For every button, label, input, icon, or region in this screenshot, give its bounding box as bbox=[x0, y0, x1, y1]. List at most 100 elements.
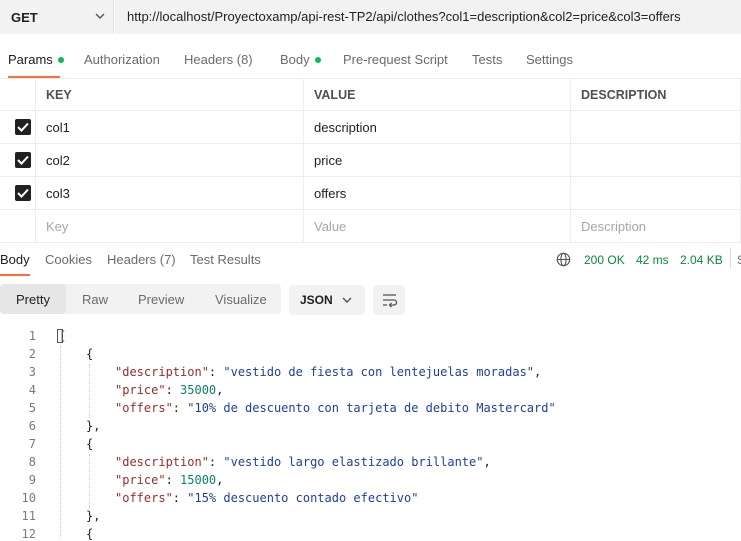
json-comma: , bbox=[216, 473, 224, 487]
tab-headers[interactable]: Headers (8) bbox=[184, 52, 253, 67]
param-key-cell[interactable]: col1 bbox=[36, 111, 304, 144]
param-key-cell[interactable]: col2 bbox=[36, 144, 304, 177]
json-string-value: "15% descuento contado efectivo" bbox=[187, 491, 419, 505]
checkmark-icon bbox=[17, 155, 29, 165]
json-comma: , bbox=[483, 455, 491, 469]
indent-guide bbox=[60, 346, 61, 538]
wrap-lines-icon bbox=[383, 294, 398, 308]
view-visualize-button[interactable]: Visualize bbox=[215, 292, 267, 307]
json-colon: : bbox=[172, 401, 188, 415]
code-line: "price": 15000, bbox=[115, 473, 223, 487]
line-number: 6 bbox=[28, 419, 36, 433]
status-code[interactable]: 200 OK bbox=[584, 253, 625, 267]
code-line: "description": "vestido de fiesta con le… bbox=[115, 365, 541, 379]
json-number-value: 35000 bbox=[180, 383, 217, 397]
json-key: "offers" bbox=[115, 491, 173, 505]
view-pretty-label[interactable]: Pretty bbox=[16, 292, 50, 307]
param-checkbox[interactable] bbox=[15, 152, 31, 168]
code-line: "price": 35000, bbox=[115, 383, 223, 397]
response-tab-headers[interactable]: Headers (7) bbox=[107, 252, 176, 267]
checkbox-column-header bbox=[0, 78, 36, 111]
code-line: { bbox=[86, 527, 94, 541]
line-number: 10 bbox=[21, 491, 36, 505]
column-header-key: KEY bbox=[36, 78, 304, 111]
param-key-cell[interactable]: col3 bbox=[36, 177, 304, 210]
view-raw-button[interactable]: Raw bbox=[82, 292, 108, 307]
tab-headers-label: Headers (8) bbox=[184, 52, 253, 67]
tab-tests[interactable]: Tests bbox=[472, 52, 502, 67]
new-description-input[interactable]: Description bbox=[571, 210, 741, 243]
line-number: 9 bbox=[28, 473, 36, 487]
json-colon: : bbox=[208, 365, 224, 379]
chevron-down-icon bbox=[342, 297, 352, 303]
new-key-input[interactable]: Key bbox=[36, 210, 304, 243]
globe-icon[interactable] bbox=[556, 252, 571, 267]
bracket-match-highlight bbox=[57, 329, 63, 343]
json-key: "description" bbox=[115, 455, 209, 469]
code-line: }, bbox=[86, 419, 101, 433]
status-divider bbox=[730, 248, 731, 268]
response-tab-body[interactable]: Body bbox=[0, 252, 30, 267]
param-checkbox[interactable] bbox=[15, 119, 31, 135]
line-number: 3 bbox=[28, 365, 36, 379]
table-row-checkbox-cell bbox=[0, 177, 36, 210]
param-description-cell[interactable] bbox=[571, 177, 741, 210]
param-value-cell[interactable]: price bbox=[304, 144, 571, 177]
json-string-value: "vestido largo elastizado brillante" bbox=[223, 455, 484, 469]
indent-guide bbox=[89, 364, 90, 418]
param-description-cell[interactable] bbox=[571, 111, 741, 144]
line-number: 7 bbox=[28, 437, 36, 451]
body-indicator-dot bbox=[314, 56, 321, 63]
format-label: JSON bbox=[300, 293, 333, 307]
response-tab-test-results[interactable]: Test Results bbox=[190, 252, 261, 267]
line-number: 11 bbox=[21, 509, 36, 523]
param-description-cell[interactable] bbox=[571, 144, 741, 177]
response-tab-cookies[interactable]: Cookies bbox=[45, 252, 92, 267]
json-colon: : bbox=[165, 473, 181, 487]
response-size[interactable]: 2.04 KB bbox=[680, 253, 723, 267]
json-comma: , bbox=[534, 365, 542, 379]
json-colon: : bbox=[208, 455, 224, 469]
request-bar: GET http://localhost/Proyectoxamp/api-re… bbox=[0, 0, 741, 34]
tab-body[interactable]: Body bbox=[280, 52, 321, 67]
json-key: "price" bbox=[115, 473, 166, 487]
tab-params[interactable]: Params bbox=[8, 52, 64, 67]
checkmark-icon bbox=[17, 122, 29, 132]
tab-settings[interactable]: Settings bbox=[526, 52, 573, 67]
json-key: "offers" bbox=[115, 401, 173, 415]
tab-pre-request-script[interactable]: Pre-request Script bbox=[343, 52, 448, 67]
line-number: 5 bbox=[28, 401, 36, 415]
param-value-cell[interactable]: offers bbox=[304, 177, 571, 210]
response-body-editor[interactable]: 1 2 3 4 5 6 7 8 9 10 11 12 [ { "descript… bbox=[0, 324, 741, 541]
json-comma: , bbox=[216, 383, 224, 397]
code-line: "description": "vestido largo elastizado… bbox=[115, 455, 491, 469]
line-number: 8 bbox=[28, 455, 36, 469]
param-value-cell[interactable]: description bbox=[304, 111, 571, 144]
method-select[interactable]: GET bbox=[0, 0, 114, 34]
line-number: 1 bbox=[28, 329, 36, 343]
url-input[interactable]: http://localhost/Proyectoxamp/api-rest-T… bbox=[115, 0, 741, 34]
save-response-truncated[interactable]: S bbox=[737, 253, 741, 267]
chevron-down-icon bbox=[95, 13, 105, 19]
code-line: { bbox=[86, 347, 94, 361]
column-header-description: DESCRIPTION bbox=[571, 78, 741, 111]
response-time[interactable]: 42 ms bbox=[636, 253, 669, 267]
table-row-checkbox-cell bbox=[0, 111, 36, 144]
code-line: }, bbox=[86, 509, 101, 523]
tab-authorization[interactable]: Authorization bbox=[84, 52, 160, 67]
code-line: { bbox=[86, 437, 94, 451]
params-indicator-dot bbox=[57, 56, 64, 63]
line-number: 4 bbox=[28, 383, 36, 397]
json-string-value: "10% de descuento con tarjeta de debito … bbox=[187, 401, 556, 415]
line-number: 12 bbox=[21, 527, 36, 541]
line-number: 2 bbox=[28, 347, 36, 361]
column-header-value: VALUE bbox=[304, 78, 571, 111]
view-preview-button[interactable]: Preview bbox=[138, 292, 184, 307]
json-colon: : bbox=[165, 383, 181, 397]
new-value-input[interactable]: Value bbox=[304, 210, 571, 243]
json-number-value: 15000 bbox=[180, 473, 217, 487]
param-checkbox[interactable] bbox=[15, 185, 31, 201]
tab-params-label: Params bbox=[8, 52, 53, 67]
code-line: "offers": "15% descuento contado efectiv… bbox=[115, 491, 418, 505]
json-key: "description" bbox=[115, 365, 209, 379]
